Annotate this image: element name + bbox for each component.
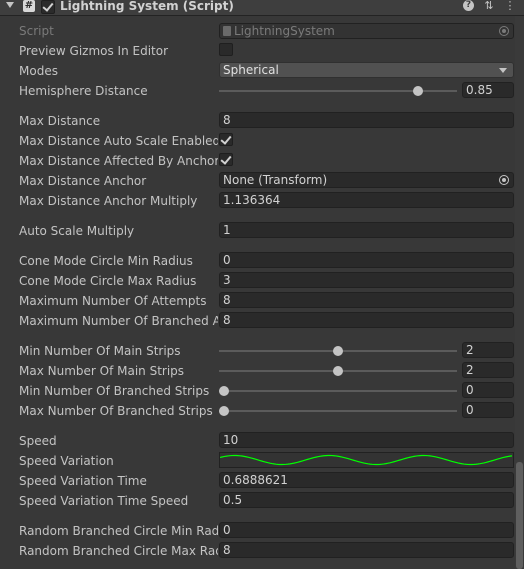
cone-max-radius-field[interactable]: 3 (219, 272, 514, 288)
min-branched-strips-field[interactable]: 0 (462, 382, 514, 398)
hemisphere-distance-field[interactable]: 0.85 (462, 82, 514, 98)
max-distance-anchor-field[interactable]: None (Transform) (219, 172, 514, 188)
min-branched-strips-slider-track[interactable] (219, 390, 457, 392)
cone-max-radius-label: Cone Mode Circle Max Radius (19, 274, 197, 288)
object-picker-icon (499, 26, 509, 36)
max-main-strips-label: Max Number Of Main Strips (19, 364, 185, 378)
max-distance-affected-checkbox[interactable] (219, 153, 233, 166)
preview-gizmos-label: Preview Gizmos In Editor (19, 44, 169, 58)
modes-label: Modes (19, 64, 58, 78)
enabled-checkbox[interactable] (41, 0, 55, 14)
random-branched-max-radius-field[interactable]: 8 (219, 542, 514, 558)
max-branched-attempts-field[interactable]: 8 (219, 312, 514, 328)
preset-icon[interactable]: ⇅ (483, 0, 495, 12)
max-distance-affected-label: Max Distance Affected By Anchor (19, 154, 218, 168)
speed-label: Speed (19, 434, 57, 448)
object-picker-icon[interactable] (499, 175, 509, 185)
random-branched-min-radius-label: Random Branched Circle Min Radius (19, 524, 218, 538)
max-main-strips-slider-knob[interactable] (333, 366, 343, 376)
component-header: # Lightning System (Script) ? ⇅ ⋮ (0, 0, 524, 16)
max-distance-anchor-multiply-label: Max Distance Anchor Multiply (19, 194, 198, 208)
speed-variation-curve-graph (220, 454, 513, 466)
min-main-strips-slider-knob[interactable] (333, 346, 343, 356)
csharp-script-icon (223, 26, 231, 36)
min-branched-strips-slider-knob[interactable] (219, 386, 229, 396)
component-title: Lightning System (Script) (60, 0, 234, 13)
script-label: Script (19, 24, 54, 38)
speed-variation-time-label: Speed Variation Time (19, 474, 147, 488)
checkmark-icon (220, 153, 232, 165)
max-distance-anchor-multiply-field[interactable]: 1.136364 (219, 192, 514, 208)
script-icon: # (23, 0, 35, 12)
speed-variation-time-speed-label: Speed Variation Time Speed (19, 494, 189, 508)
max-distance-anchor-label: Max Distance Anchor (19, 174, 147, 188)
hemisphere-distance-slider-knob[interactable] (412, 86, 423, 96)
max-attempts-label: Maximum Number Of Attempts (19, 294, 207, 308)
auto-scale-multiply-label: Auto Scale Multiply (19, 224, 135, 238)
auto-scale-multiply-field[interactable]: 1 (219, 222, 514, 238)
speed-variation-label: Speed Variation (19, 454, 114, 468)
script-field: LightningSystem (219, 23, 514, 39)
max-distance-label: Max Distance (19, 114, 101, 128)
script-value: LightningSystem (234, 24, 335, 38)
speed-variation-curve[interactable] (219, 452, 514, 468)
max-branched-strips-label: Max Number Of Branched Strips (19, 404, 213, 418)
hemisphere-distance-label: Hemisphere Distance (19, 84, 148, 98)
max-branched-strips-slider-knob[interactable] (219, 406, 229, 416)
speed-variation-time-speed-field[interactable]: 0.5 (219, 492, 514, 508)
max-attempts-field[interactable]: 8 (219, 292, 514, 308)
modes-dropdown[interactable]: Spherical (219, 62, 514, 78)
max-branched-strips-field[interactable]: 0 (462, 402, 514, 418)
max-main-strips-field[interactable]: 2 (462, 362, 514, 378)
dropdown-arrow-icon (499, 68, 507, 73)
max-distance-auto-scale-checkbox[interactable] (219, 133, 233, 146)
scrollbar-thumb[interactable] (516, 462, 523, 569)
cone-min-radius-label: Cone Mode Circle Min Radius (19, 254, 193, 268)
max-distance-field[interactable]: 8 (219, 112, 514, 128)
preview-gizmos-checkbox[interactable] (219, 43, 233, 56)
inspector-scrollbar[interactable] (515, 16, 524, 569)
modes-value: Spherical (223, 63, 279, 77)
min-main-strips-field[interactable]: 2 (462, 342, 514, 358)
fold-arrow-icon[interactable] (6, 2, 14, 8)
random-branched-min-radius-field[interactable]: 0 (219, 522, 514, 538)
max-branched-strips-slider-track[interactable] (219, 410, 457, 412)
checkmark-icon (42, 0, 54, 12)
max-branched-attempts-label: Maximum Number Of Branched Attempts (19, 314, 218, 328)
checkmark-icon (220, 133, 232, 145)
min-main-strips-label: Min Number Of Main Strips (19, 344, 181, 358)
help-icon[interactable]: ? (463, 0, 474, 11)
more-options-icon[interactable]: ⋮ (504, 0, 516, 12)
min-branched-strips-label: Min Number Of Branched Strips (19, 384, 210, 398)
random-branched-max-radius-label: Random Branched Circle Max Radius (19, 544, 218, 558)
speed-variation-time-field[interactable]: 0.6888621 (219, 472, 514, 488)
speed-field[interactable]: 10 (219, 432, 514, 448)
max-distance-anchor-value: None (Transform) (223, 173, 328, 187)
max-distance-auto-scale-label: Max Distance Auto Scale Enabled (19, 134, 218, 148)
cone-min-radius-field[interactable]: 0 (219, 252, 514, 268)
